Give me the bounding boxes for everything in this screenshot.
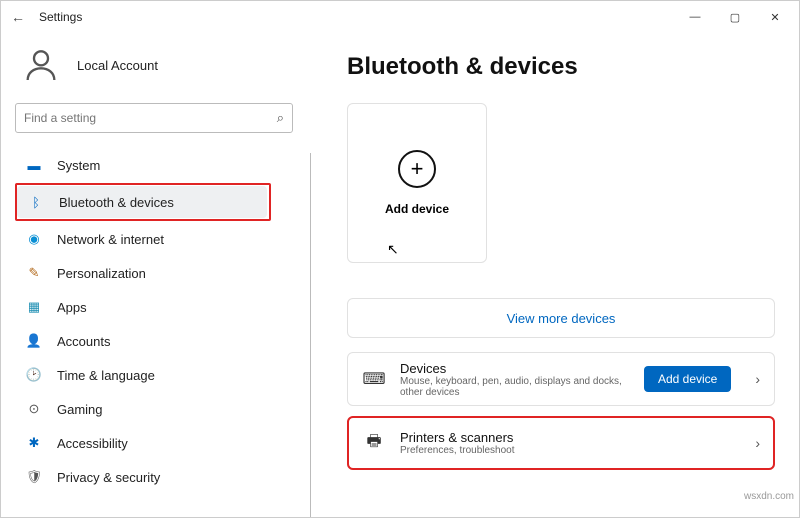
printers-scanners-row[interactable]: 🖶 Printers & scanners Preferences, troub… xyxy=(347,416,775,470)
back-button[interactable]: ← xyxy=(11,9,25,25)
search-input[interactable] xyxy=(24,111,277,125)
sidebar-item-label: Time & language xyxy=(57,368,155,383)
sidebar-item-label: Accounts xyxy=(57,334,110,349)
page-title: Bluetooth & devices xyxy=(347,53,775,81)
close-button[interactable]: ✕ xyxy=(755,3,795,31)
plus-icon: + xyxy=(398,150,436,188)
clock-icon: 🕑 xyxy=(25,366,43,384)
sidebar-item-label: Gaming xyxy=(57,402,103,417)
sidebar-item-personalization[interactable]: ✎ Personalization xyxy=(15,257,265,289)
add-device-button[interactable]: Add device xyxy=(644,366,731,392)
user-block[interactable]: Local Account xyxy=(21,45,311,85)
person-icon: 👤 xyxy=(25,332,43,350)
main-content: Bluetooth & devices + Add device ↖ View … xyxy=(311,33,799,517)
brush-icon: ✎ xyxy=(25,264,43,282)
sidebar-item-label: Personalization xyxy=(57,266,146,281)
printers-subtitle: Preferences, troubleshoot xyxy=(400,445,741,456)
titlebar: ← Settings — ▢ ✕ xyxy=(1,1,799,33)
devices-subtitle: Mouse, keyboard, pen, audio, displays an… xyxy=(400,376,630,398)
window-title: Settings xyxy=(39,10,82,24)
sidebar-item-accessibility[interactable]: ✱ Accessibility xyxy=(15,427,265,459)
maximize-button[interactable]: ▢ xyxy=(715,3,755,31)
sidebar-item-privacy[interactable]: 🛡 Privacy & security xyxy=(15,461,265,493)
wifi-icon: ◉ xyxy=(25,230,43,248)
chevron-right-icon: › xyxy=(755,435,760,451)
sidebar-item-label: System xyxy=(57,158,100,173)
minimize-button[interactable]: — xyxy=(675,3,715,31)
watermark: wsxdn.com xyxy=(744,491,794,502)
devices-title: Devices xyxy=(400,361,630,376)
sidebar-item-label: Accessibility xyxy=(57,436,128,451)
add-device-label: Add device xyxy=(385,202,449,216)
search-box[interactable]: ⌕ xyxy=(15,103,293,133)
sidebar-item-accounts[interactable]: 👤 Accounts xyxy=(15,325,265,357)
printer-icon: 🖶 xyxy=(362,430,386,457)
sidebar-item-label: Privacy & security xyxy=(57,470,160,485)
sidebar-item-apps[interactable]: ▦ Apps xyxy=(15,291,265,323)
search-icon: ⌕ xyxy=(277,110,284,126)
sidebar-item-network[interactable]: ◉ Network & internet xyxy=(15,223,265,255)
sidebar: Local Account ⌕ ▬ System ᛒ Bluetooth & d… xyxy=(1,33,311,517)
apps-icon: ▦ xyxy=(25,298,43,316)
keyboard-icon: ⌨ xyxy=(362,369,386,389)
chevron-right-icon: › xyxy=(755,371,760,387)
sidebar-item-bluetooth[interactable]: ᛒ Bluetooth & devices xyxy=(17,186,267,218)
user-name: Local Account xyxy=(77,58,158,73)
printers-title: Printers & scanners xyxy=(400,430,741,445)
sidebar-item-label: Apps xyxy=(57,300,87,315)
view-more-devices-button[interactable]: View more devices xyxy=(347,298,775,338)
sidebar-item-label: Bluetooth & devices xyxy=(59,195,174,210)
settings-window: ← Settings — ▢ ✕ Local Account ⌕ ▬ Syste… xyxy=(0,0,800,518)
cursor-icon: ↖ xyxy=(387,241,799,258)
nav-list: ▬ System ᛒ Bluetooth & devices ◉ Network… xyxy=(15,149,311,493)
gaming-icon: ⊙ xyxy=(25,400,43,418)
sidebar-item-system[interactable]: ▬ System xyxy=(15,149,265,181)
sidebar-item-label: Network & internet xyxy=(57,232,164,247)
add-device-card[interactable]: + Add device xyxy=(347,103,487,263)
accessibility-icon: ✱ xyxy=(25,434,43,452)
bluetooth-icon: ᛒ xyxy=(27,193,45,211)
avatar-icon xyxy=(21,45,61,85)
highlight-bluetooth: ᛒ Bluetooth & devices xyxy=(15,183,271,221)
system-icon: ▬ xyxy=(25,156,43,174)
sidebar-item-time[interactable]: 🕑 Time & language xyxy=(15,359,265,391)
shield-icon: 🛡 xyxy=(25,468,43,486)
sidebar-item-gaming[interactable]: ⊙ Gaming xyxy=(15,393,265,425)
devices-row[interactable]: ⌨ Devices Mouse, keyboard, pen, audio, d… xyxy=(347,352,775,406)
